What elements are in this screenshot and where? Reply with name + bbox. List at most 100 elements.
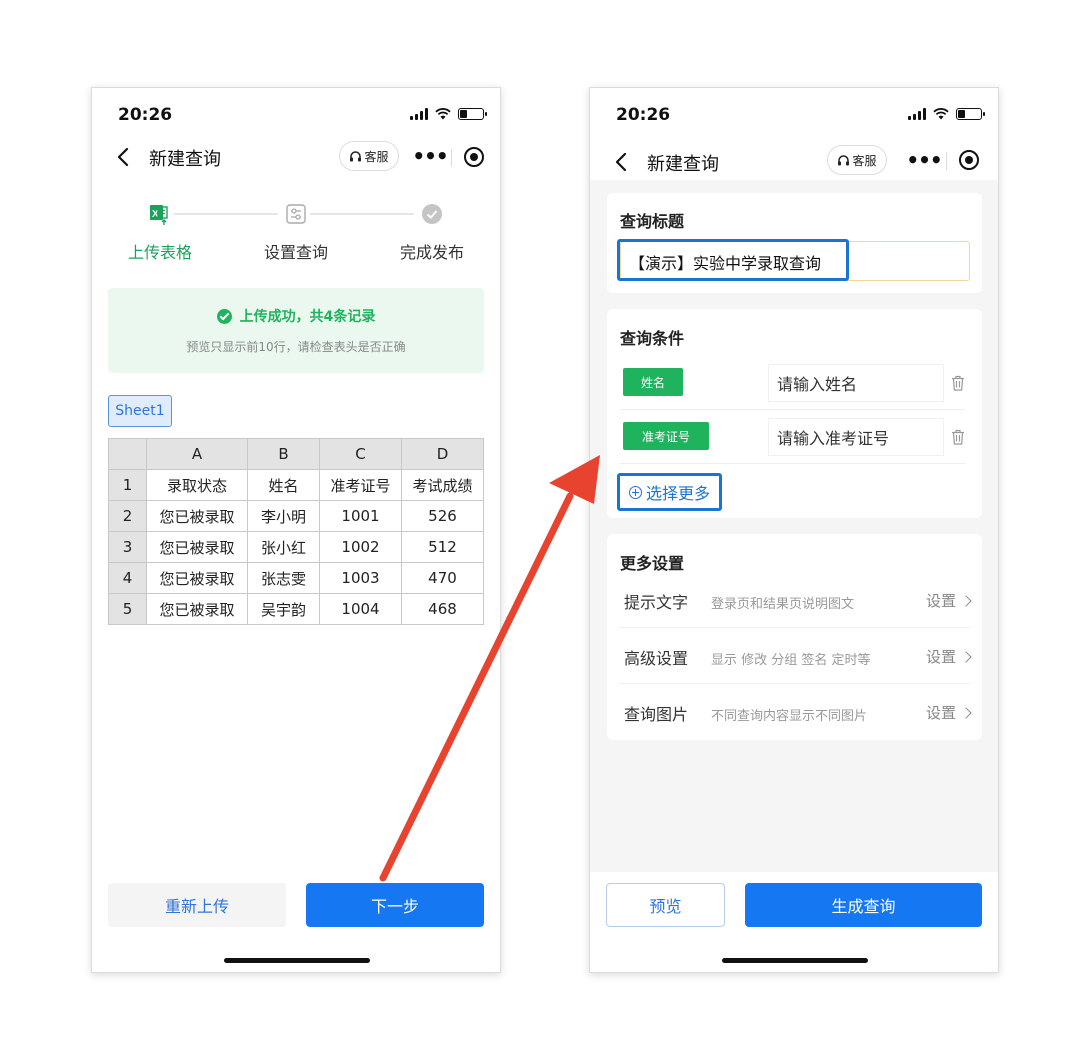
customer-service-label: 客服 (852, 153, 877, 168)
trash-icon[interactable] (951, 429, 965, 445)
upload-success-banner: 上传成功，共4条记录 预览只显示前10行，请检查表头是否正确 (108, 288, 484, 373)
section-heading: 查询标题 (620, 212, 685, 231)
row-number: 1 (108, 469, 147, 501)
step-settings: 设置查询 (241, 198, 351, 263)
back-arrow-icon[interactable] (114, 145, 134, 169)
query-conditions-card: 查询条件 姓名 请输入姓名 准考证号 请输入准考证号 选择更多 (607, 309, 982, 518)
table-cell: 您已被录取 (146, 500, 248, 532)
condition-tag[interactable]: 姓名 (623, 368, 683, 396)
select-more-label: 选择更多 (645, 484, 710, 503)
table-row: 3 您已被录取 张小红 1002 512 (108, 531, 484, 563)
plus-circle-icon (628, 485, 642, 499)
row-number: 2 (108, 500, 147, 532)
column-header: C (319, 438, 402, 470)
wifi-icon (933, 108, 949, 120)
settings-row[interactable]: 提示文字 登录页和结果页说明图文 设置 (620, 572, 972, 628)
table-cell: 张小红 (247, 531, 320, 563)
condition-input[interactable]: 请输入姓名 (768, 364, 944, 402)
step-upload: X 上传表格 (105, 198, 215, 263)
chevron-right-icon (960, 594, 972, 607)
customer-service-button[interactable]: 客服 (827, 145, 887, 175)
step-label: 设置查询 (263, 243, 328, 262)
table-row: 2 您已被录取 李小明 1001 526 (108, 500, 484, 532)
condition-row: 准考证号 请输入准考证号 (620, 410, 965, 464)
table-cell: 吴宇韵 (247, 593, 320, 625)
table-cell: 468 (401, 593, 484, 625)
table-cell: 1004 (319, 593, 402, 625)
step-label: 上传表格 (127, 243, 192, 262)
signal-icon (410, 108, 428, 120)
table-row: 5 您已被录取 吴宇韵 1004 468 (108, 593, 484, 625)
status-bar: 20:26 (590, 88, 998, 140)
headset-icon (350, 150, 362, 161)
column-header: B (247, 438, 320, 470)
success-check-icon (216, 308, 232, 324)
close-miniprogram-icon[interactable] (464, 147, 484, 167)
phone-upload-screen: 20:26 新建查询 客服 ••• X 上传表格 设置查询 完成发布 上传成功，… (91, 87, 501, 973)
check-circle-icon (422, 204, 442, 224)
step-publish: 完成发布 (377, 198, 487, 263)
row-number: 4 (108, 562, 147, 594)
select-more-button[interactable]: 选择更多 (617, 473, 722, 511)
table-cell: 考试成绩 (401, 469, 484, 501)
table-cell: 512 (401, 531, 484, 563)
upload-success-title: 上传成功，共4条记录 (239, 309, 376, 325)
more-settings-card: 更多设置 提示文字 登录页和结果页说明图文 设置 高级设置 显示 修改 分组 签… (607, 534, 982, 740)
home-indicator (224, 958, 370, 963)
table-cell: 准考证号 (319, 469, 402, 501)
table-cell: 1003 (319, 562, 402, 594)
page-title: 新建查询 (149, 149, 221, 170)
reupload-button[interactable]: 重新上传 (108, 883, 286, 927)
close-miniprogram-icon[interactable] (959, 150, 979, 170)
page-title: 新建查询 (647, 154, 719, 175)
settings-action: 设置 (925, 704, 956, 722)
query-title-card: 查询标题 【演示】实验中学录取查询 (607, 193, 982, 293)
row-number: 3 (108, 531, 147, 563)
chevron-right-icon (960, 706, 972, 719)
query-title-value[interactable]: 【演示】实验中学录取查询 (629, 250, 821, 274)
table-cell: 张志雯 (247, 562, 320, 594)
next-step-button[interactable]: 下一步 (306, 883, 484, 927)
settings-label: 高级设置 (624, 649, 689, 668)
headset-icon (838, 154, 850, 165)
sheet-tab[interactable]: Sheet1 (108, 395, 172, 427)
row-number: 5 (108, 593, 147, 625)
settings-row[interactable]: 查询图片 不同查询内容显示不同图片 设置 (620, 684, 972, 740)
chevron-right-icon (960, 650, 972, 663)
home-indicator (722, 958, 868, 963)
condition-row: 姓名 请输入姓名 (620, 356, 965, 410)
table-cell: 470 (401, 562, 484, 594)
table-row: 4 您已被录取 张志雯 1003 470 (108, 562, 484, 594)
back-arrow-icon[interactable] (612, 150, 632, 174)
status-time: 20:26 (616, 105, 671, 125)
preview-button[interactable]: 预览 (606, 883, 725, 927)
generate-query-button[interactable]: 生成查询 (745, 883, 982, 927)
more-dots-icon[interactable]: ••• (412, 144, 448, 168)
condition-input[interactable]: 请输入准考证号 (768, 418, 944, 456)
step-label: 完成发布 (399, 243, 464, 262)
settings-action: 设置 (925, 648, 956, 666)
customer-service-label: 客服 (364, 149, 389, 164)
more-dots-icon[interactable]: ••• (906, 148, 942, 172)
table-row: 1 录取状态 姓名 准考证号 考试成绩 (108, 469, 484, 501)
signal-icon (908, 108, 926, 120)
form-area: 查询标题 【演示】实验中学录取查询 查询条件 姓名 请输入姓名 准考证号 请输入… (590, 180, 998, 872)
navbar: 新建查询 客服 ••• (92, 135, 500, 179)
settings-desc: 不同查询内容显示不同图片 (711, 709, 868, 724)
condition-tag[interactable]: 准考证号 (623, 422, 709, 450)
customer-service-button[interactable]: 客服 (339, 141, 399, 171)
preview-table: A B C D 1 录取状态 姓名 准考证号 考试成绩 2 您已被录取 李小明 … (108, 438, 484, 625)
settings-action: 设置 (925, 592, 956, 610)
wifi-icon (435, 108, 451, 120)
table-cell: 录取状态 (146, 469, 248, 501)
trash-icon[interactable] (951, 375, 965, 391)
settings-row[interactable]: 高级设置 显示 修改 分组 签名 定时等 设置 (620, 628, 972, 684)
status-bar: 20:26 (92, 88, 500, 140)
excel-upload-icon: X (150, 205, 168, 225)
settings-sliders-icon (286, 204, 306, 224)
table-cell: 526 (401, 500, 484, 532)
table-cell: 1002 (319, 531, 402, 563)
table-cell: 姓名 (247, 469, 320, 501)
status-time: 20:26 (118, 105, 173, 125)
battery-icon (458, 108, 487, 120)
